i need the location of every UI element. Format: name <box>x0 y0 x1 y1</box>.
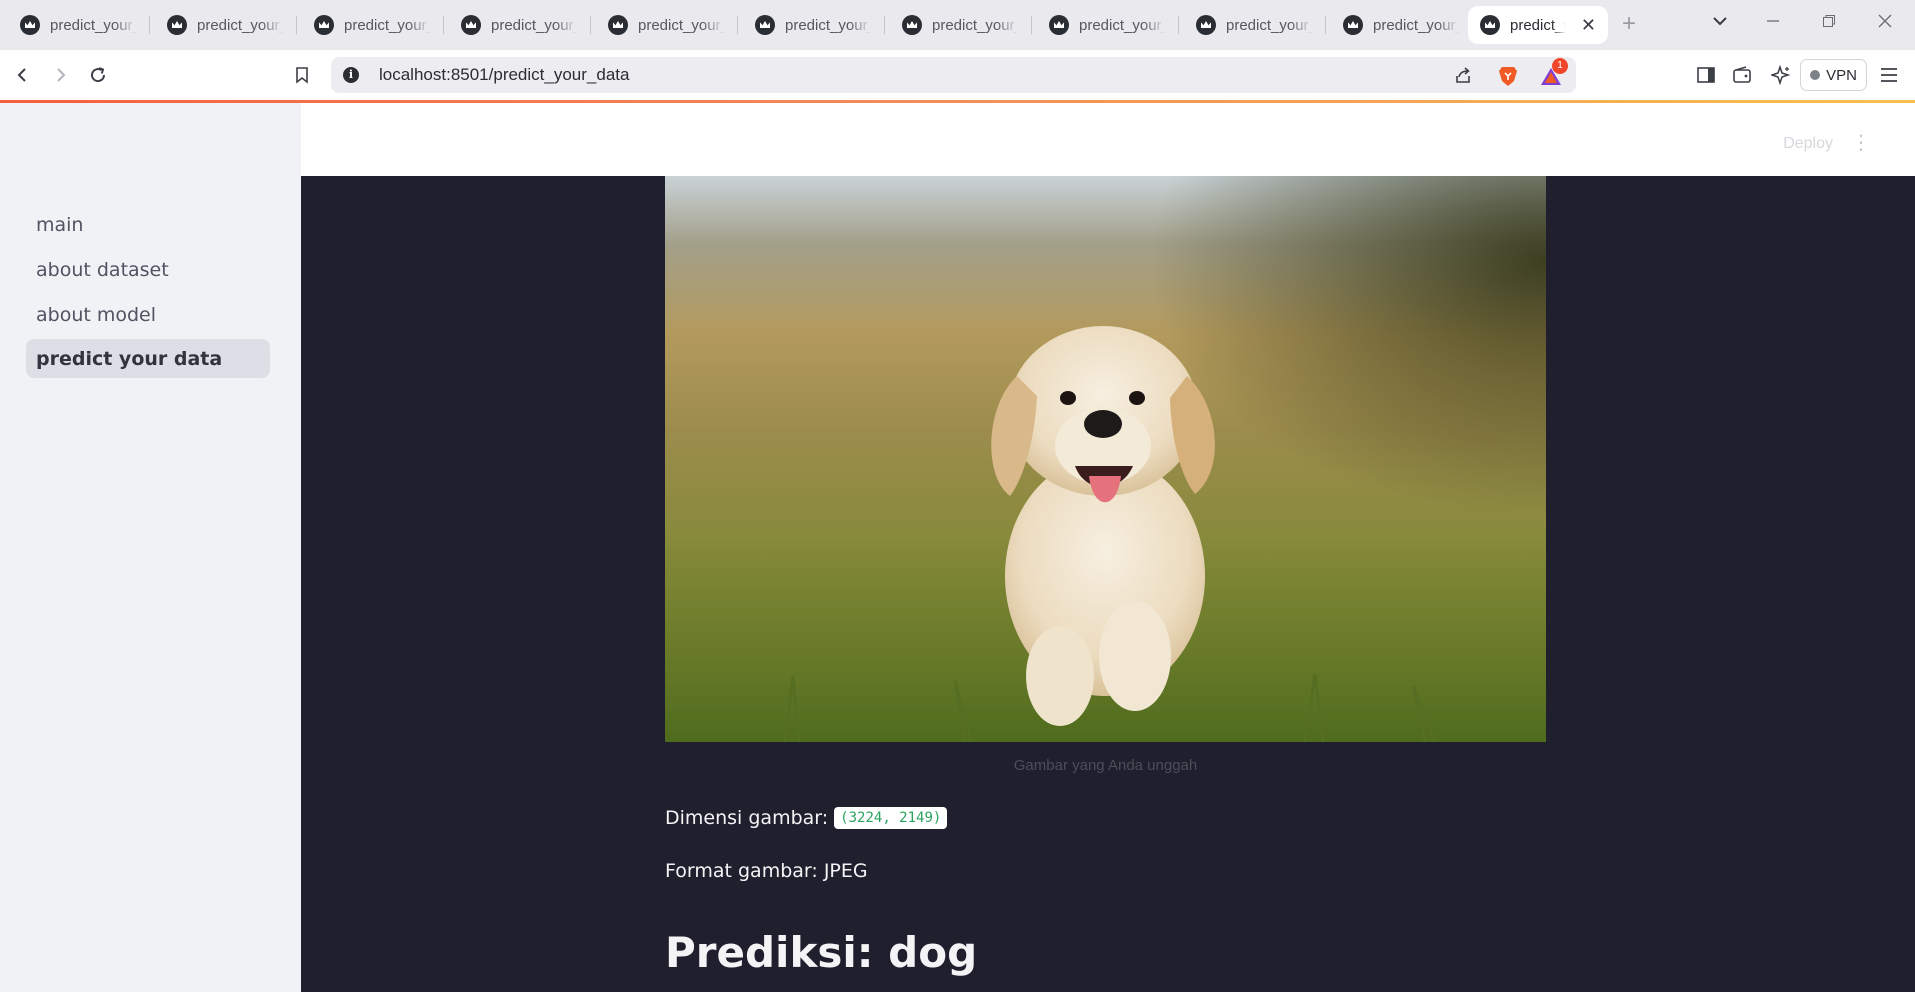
share-icon[interactable] <box>1450 63 1476 89</box>
streamlit-favicon-icon <box>1049 15 1069 35</box>
sidebar-toggle-icon[interactable] <box>1693 62 1719 88</box>
streamlit-favicon-icon <box>314 15 334 35</box>
app-header: Deploy ⋮ <box>301 103 1915 176</box>
streamlit-favicon-icon <box>1343 15 1363 35</box>
browser-tab[interactable]: predict_your_data <box>449 6 591 44</box>
streamlit-favicon-icon <box>461 15 481 35</box>
tab-list-chevron-icon[interactable] <box>1712 10 1728 36</box>
restore-icon[interactable] <box>1821 10 1837 36</box>
sidebar-item-about-model[interactable]: about model <box>26 295 270 334</box>
image-format-line: Format gambar: JPEG <box>665 860 868 882</box>
browser-tab[interactable]: predict_your_data <box>743 6 885 44</box>
brave-shields-icon[interactable] <box>1495 63 1521 89</box>
image-caption: Gambar yang Anda unggah <box>1013 757 1198 774</box>
browser-tab[interactable]: predict_your_data <box>8 6 150 44</box>
browser-tab[interactable]: predict_your_data <box>155 6 297 44</box>
browser-tab-strip: predict_your_data predict_your_data pred… <box>0 0 1915 50</box>
close-window-icon[interactable] <box>1877 10 1893 36</box>
minimize-icon[interactable] <box>1765 10 1781 36</box>
main-content: Gambar yang Anda unggah Dimensi gambar: … <box>301 176 1915 992</box>
streamlit-favicon-icon <box>1480 15 1500 35</box>
browser-toolbar: i localhost:8501/predict_your_data 1 VPN <box>0 50 1915 100</box>
reload-icon[interactable] <box>85 62 111 88</box>
vpn-button[interactable]: VPN <box>1800 59 1867 91</box>
address-text[interactable]: localhost:8501/predict_your_data <box>379 65 629 85</box>
browser-tab[interactable]: predict_your_data <box>1331 6 1473 44</box>
new-tab-button[interactable]: + <box>1622 12 1636 36</box>
forward-arrow-icon[interactable] <box>47 62 73 88</box>
address-bar[interactable]: i localhost:8501/predict_your_data 1 <box>331 57 1576 93</box>
streamlit-favicon-icon <box>20 15 40 35</box>
site-info-icon[interactable]: i <box>343 67 359 83</box>
app-sidebar: main about dataset about model predict y… <box>0 103 301 992</box>
streamlit-favicon-icon <box>167 15 187 35</box>
browser-tab[interactable]: predict_your_data <box>596 6 738 44</box>
browser-tab[interactable]: predict_your_data <box>1184 6 1326 44</box>
image-dimension-line: Dimensi gambar: (3224, 2149) <box>665 807 948 829</box>
vpn-status-dot-icon <box>1810 70 1821 80</box>
streamlit-favicon-icon <box>902 15 922 35</box>
streamlit-favicon-icon <box>755 15 775 35</box>
notification-badge: 1 <box>1552 58 1568 74</box>
back-arrow-icon[interactable] <box>10 62 36 88</box>
streamlit-favicon-icon <box>608 15 628 35</box>
dimension-value: (3224, 2149) <box>834 807 948 829</box>
browser-tab[interactable]: predict_your_data <box>302 6 444 44</box>
sidebar-item-predict-your-data[interactable]: predict your data <box>26 339 270 378</box>
uploaded-image <box>665 176 1546 742</box>
main-menu-kebab-icon[interactable]: ⋮ <box>1851 133 1871 153</box>
close-tab-icon[interactable]: ✕ <box>1581 15 1596 35</box>
dimension-label: Dimensi gambar: <box>665 807 829 829</box>
leo-ai-icon[interactable] <box>1768 62 1794 88</box>
prediction-heading: Prediksi: dog <box>665 928 978 977</box>
deploy-button[interactable]: Deploy <box>1783 135 1833 153</box>
browser-tab[interactable]: predict_your_data <box>1037 6 1179 44</box>
browser-tab-active[interactable]: predict_your_data ✕ <box>1468 6 1608 44</box>
sidebar-item-main[interactable]: main <box>26 205 270 244</box>
menu-hamburger-icon[interactable] <box>1876 62 1902 88</box>
wallet-icon[interactable] <box>1729 62 1755 88</box>
browser-tab[interactable]: predict_your_data <box>890 6 1032 44</box>
bookmark-icon[interactable] <box>289 62 315 88</box>
sidebar-item-about-dataset[interactable]: about dataset <box>26 250 270 289</box>
streamlit-favicon-icon <box>1196 15 1216 35</box>
